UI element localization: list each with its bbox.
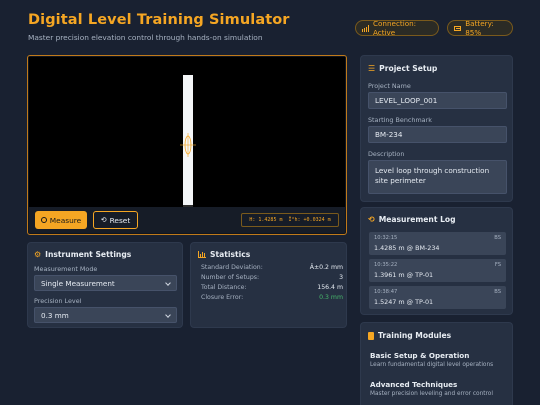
stat-value: 0.3 mm <box>319 294 343 301</box>
chart-icon <box>198 251 206 258</box>
stat-value: 3 <box>339 274 343 281</box>
stat-label: Standard Deviation: <box>201 264 263 271</box>
battery-status-badge: Battery: 85% <box>447 19 513 37</box>
measurement-readout: H: 1.4285 m Î°h: +0.0324 m <box>241 213 339 227</box>
module-desc: Master precision leveling and error cont… <box>370 391 493 397</box>
log-reading: 1.4285 m @ BM-234 <box>374 244 440 252</box>
stat-label: Closure Error: <box>201 294 244 301</box>
log-entry[interactable]: 10:32:15 BS 1.4285 m @ BM-234 <box>369 232 506 255</box>
battery-icon <box>454 25 462 31</box>
training-modules-header: Training Modules <box>368 331 451 340</box>
log-time: 10:38:47 <box>374 289 398 295</box>
module-title[interactable]: Advanced Techniques <box>370 380 457 389</box>
instrument-settings-panel: ⚙ Instrument Settings Measurement Mode S… <box>27 242 183 328</box>
book-icon <box>368 331 374 340</box>
log-reading: 1.5247 m @ TP-01 <box>374 298 434 306</box>
level-viewport[interactable] <box>29 57 345 219</box>
training-modules-title: Training Modules <box>378 331 452 340</box>
project-setup-panel: ☰ Project Setup Project Name LEVEL_LOOP_… <box>360 55 513 202</box>
measurement-mode-value: Single Measurement <box>41 278 115 288</box>
log-entry[interactable]: 10:38:47 BS 1.5247 m @ TP-01 <box>369 286 506 309</box>
reset-button-label: Reset <box>109 215 131 225</box>
log-entry[interactable]: 10:35:22 FS 1.3961 m @ TP-01 <box>369 259 506 282</box>
simulator-panel: Measure ⟲ Reset H: 1.4285 m Î°h: +0.0324… <box>27 55 347 235</box>
undo-icon: ⟲ <box>100 216 107 224</box>
connection-status-badge: Connection: Active <box>355 19 439 37</box>
starting-benchmark-input[interactable]: BM-234 <box>368 126 507 143</box>
module-title[interactable]: Basic Setup & Operation <box>370 351 469 360</box>
starting-benchmark-label: Starting Benchmark <box>368 116 432 124</box>
starting-benchmark-value: BM-234 <box>375 130 403 139</box>
log-time: 10:35:22 <box>374 262 398 268</box>
app-title: Digital Level Training Simulator <box>28 12 290 28</box>
project-name-input[interactable]: LEVEL_LOOP_001 <box>368 92 507 109</box>
statistics-panel: Statistics Standard Deviation: Â±0.2 mm … <box>190 242 347 328</box>
precision-level-label: Precision Level <box>34 297 82 305</box>
project-name-label: Project Name <box>368 82 411 90</box>
stat-value: 156.4 m <box>317 284 343 291</box>
measurement-mode-select[interactable]: Single Measurement <box>34 275 177 291</box>
log-tag: BS <box>494 289 501 295</box>
stat-row: Closure Error: 0.3 mm <box>201 294 343 303</box>
readout-height: H: 1.4285 m <box>249 217 283 223</box>
project-name-value: LEVEL_LOOP_001 <box>375 96 438 105</box>
project-setup-header: ☰ Project Setup <box>368 64 437 73</box>
measurement-log-title: Measurement Log <box>378 215 456 224</box>
measurement-mode-label: Measurement Mode <box>34 265 98 273</box>
training-modules-panel: Training Modules Basic Setup & Operation… <box>360 322 513 405</box>
log-time: 10:32:15 <box>374 235 398 241</box>
project-setup-title: Project Setup <box>379 64 438 73</box>
stat-row: Number of Setups: 3 <box>201 274 343 283</box>
stat-row: Standard Deviation: Â±0.2 mm <box>201 264 343 273</box>
crosshair-reticle <box>180 133 196 157</box>
stat-label: Number of Setups: <box>201 274 260 281</box>
measurement-log-panel: ⟲ Measurement Log 10:32:15 BS 1.4285 m @… <box>360 207 513 315</box>
target-icon <box>40 217 47 223</box>
signal-icon <box>362 24 369 32</box>
module-desc: Learn fundamental digital level operatio… <box>370 362 494 368</box>
measurement-log-header: ⟲ Measurement Log <box>368 215 456 224</box>
measure-button-label: Measure <box>49 215 82 225</box>
gear-icon: ⚙ <box>34 250 42 259</box>
instrument-settings-header: ⚙ Instrument Settings <box>34 250 131 259</box>
log-tag: BS <box>494 235 501 241</box>
precision-level-select[interactable]: 0.3 mm <box>34 307 177 323</box>
precision-level-value: 0.3 mm <box>41 310 69 320</box>
description-textarea[interactable]: Level loop through construction site per… <box>368 160 507 194</box>
list-icon: ☰ <box>368 64 376 73</box>
description-value: Level loop through construction site per… <box>375 166 490 185</box>
stat-label: Total Distance: <box>201 284 247 291</box>
stat-row: Total Distance: 156.4 m <box>201 284 343 293</box>
instrument-settings-title: Instrument Settings <box>45 250 132 259</box>
description-label: Description <box>368 150 405 158</box>
connection-status-text: Connection: Active <box>373 19 417 37</box>
measure-button[interactable]: Measure <box>35 211 87 229</box>
log-tag: FS <box>494 262 501 268</box>
stat-value: Â±0.2 mm <box>309 264 343 271</box>
statistics-title: Statistics <box>210 250 251 259</box>
log-reading: 1.3961 m @ TP-01 <box>374 271 434 279</box>
reset-button[interactable]: ⟲ Reset <box>93 211 138 229</box>
simulator-controls: Measure ⟲ Reset H: 1.4285 m Î°h: +0.0324… <box>29 207 345 233</box>
app-subtitle: Master precision elevation control throu… <box>28 33 263 42</box>
statistics-header: Statistics <box>198 250 250 259</box>
battery-status-text: Battery: 85% <box>465 19 494 37</box>
readout-tilt: Î°h: +0.0324 m <box>288 217 331 223</box>
history-icon: ⟲ <box>368 215 375 224</box>
